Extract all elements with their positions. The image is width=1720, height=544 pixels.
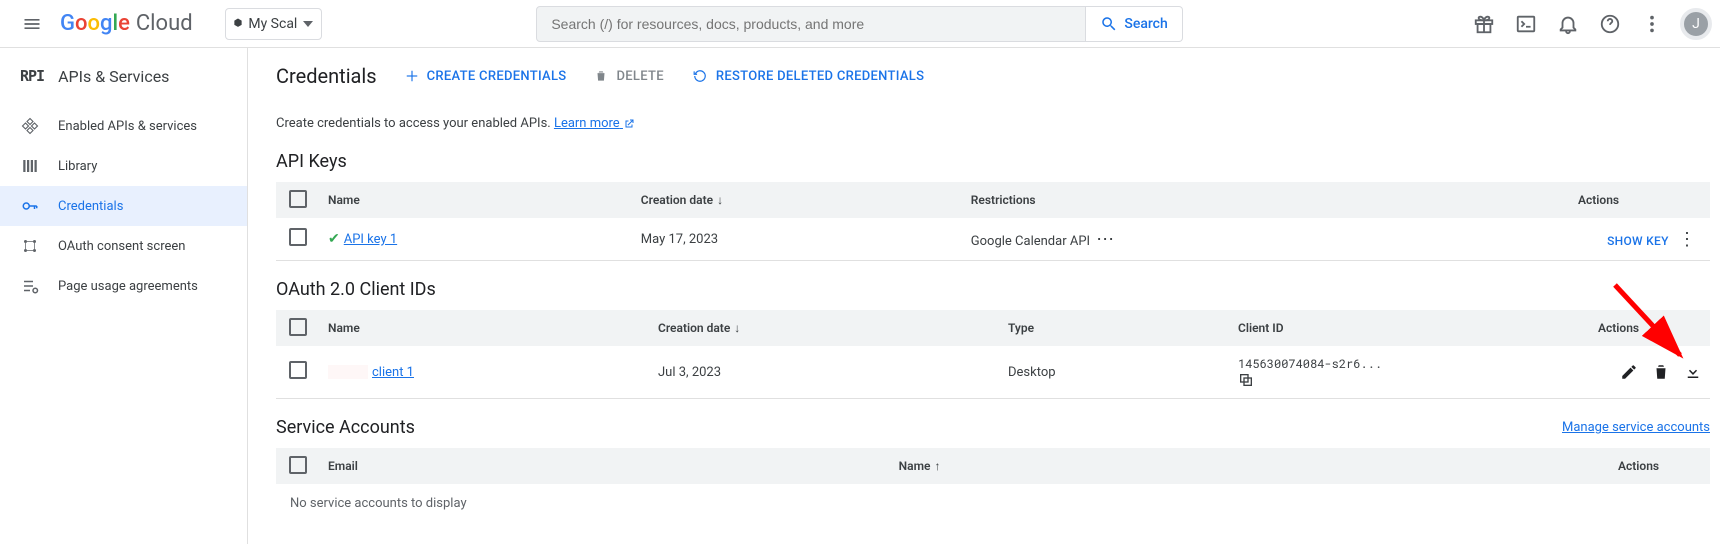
search-input[interactable] <box>551 16 1071 32</box>
show-key-button[interactable]: SHOW KEY <box>1607 234 1669 248</box>
consent-icon <box>20 237 40 255</box>
sidebar-item-oauth-consent[interactable]: OAuth consent screen <box>0 226 247 266</box>
avatar[interactable]: J <box>1680 8 1712 40</box>
diamond-icon <box>20 117 40 135</box>
more-icon[interactable] <box>1632 4 1672 44</box>
trash-icon <box>594 69 608 83</box>
redacted-icon <box>328 365 368 379</box>
search-button[interactable]: Search <box>1086 6 1182 42</box>
check-circle-icon: ✔ <box>328 231 340 247</box>
external-link-icon <box>623 118 635 130</box>
sidebar-item-enabled-apis[interactable]: Enabled APIs & services <box>0 106 247 146</box>
restore-icon <box>692 69 708 83</box>
library-icon <box>20 157 40 175</box>
oauth-client-link[interactable]: client 1 <box>372 365 414 380</box>
delete-button[interactable]: DELETE <box>594 69 663 84</box>
agreements-icon <box>20 277 40 295</box>
hamburger-menu[interactable] <box>8 0 56 48</box>
search-icon <box>1100 15 1118 33</box>
select-all-checkbox[interactable] <box>289 190 307 208</box>
page-title: Credentials <box>276 64 377 88</box>
gift-icon[interactable] <box>1464 4 1504 44</box>
top-bar: Google Cloud ⬢ My Scal Search J <box>0 0 1720 48</box>
service-accounts-table: Email Name↑ Actions <box>276 448 1710 484</box>
row-checkbox[interactable] <box>289 228 307 246</box>
search-input-wrap[interactable] <box>536 6 1086 42</box>
project-picker[interactable]: ⬢ My Scal <box>225 8 323 40</box>
sidebar-item-library[interactable]: Library <box>0 146 247 186</box>
notifications-icon[interactable] <box>1548 4 1588 44</box>
intro-text: Create credentials to access your enable… <box>276 116 1720 131</box>
manage-service-accounts-link[interactable]: Manage service accounts <box>1562 420 1710 435</box>
page-header: Credentials CREATE CREDENTIALS DELETE RE… <box>276 52 1720 100</box>
empty-state: No service accounts to display <box>276 484 1720 523</box>
api-key-row: ✔API key 1 May 17, 2023 Google Calendar … <box>276 218 1710 261</box>
oauth-title: OAuth 2.0 Client IDs <box>276 279 1720 300</box>
top-icons: J <box>1464 4 1712 44</box>
restore-button[interactable]: RESTORE DELETED CREDENTIALS <box>692 69 924 84</box>
create-credentials-button[interactable]: CREATE CREDENTIALS <box>405 69 567 84</box>
chevron-down-icon <box>303 21 313 27</box>
project-icon: ⬢ <box>234 18 243 29</box>
edit-icon[interactable] <box>1620 363 1638 381</box>
sort-down-icon: ↓ <box>734 321 740 335</box>
download-icon[interactable] <box>1684 363 1702 381</box>
sidebar-item-page-usage[interactable]: Page usage agreements <box>0 266 247 306</box>
restrictions-more[interactable]: ⋯ <box>1090 229 1120 250</box>
gcp-logo[interactable]: Google Cloud <box>60 11 193 36</box>
oauth-row: client 1 Jul 3, 2023 Desktop 14563007408… <box>276 346 1710 399</box>
search-wrap: Search <box>536 6 1182 42</box>
api-key-name-link[interactable]: API key 1 <box>344 232 397 247</box>
row-checkbox[interactable] <box>289 361 307 379</box>
learn-more-link[interactable]: Learn more <box>554 116 635 131</box>
row-menu[interactable]: ⋮ <box>1672 229 1702 250</box>
key-icon <box>20 197 40 215</box>
sidebar: RPI APIs & Services Enabled APIs & servi… <box>0 48 248 544</box>
api-logo-icon: RPI <box>20 67 44 85</box>
select-all-checkbox[interactable] <box>289 456 307 474</box>
select-all-checkbox[interactable] <box>289 318 307 336</box>
sidebar-item-credentials[interactable]: Credentials <box>0 186 247 226</box>
oauth-table: Name Creation date↓ Type Client ID Actio… <box>276 310 1710 399</box>
sort-down-icon: ↓ <box>717 193 723 207</box>
api-keys-table: Name Creation date↓ Restrictions Actions… <box>276 182 1710 261</box>
delete-row-icon[interactable] <box>1652 363 1670 381</box>
plus-icon <box>405 69 419 83</box>
service-accounts-title: Service Accounts <box>276 417 415 438</box>
api-keys-title: API Keys <box>276 151 1720 172</box>
copy-icon[interactable] <box>1238 372 1582 388</box>
sort-up-icon: ↑ <box>934 459 940 473</box>
sidebar-header[interactable]: RPI APIs & Services <box>0 56 247 96</box>
help-icon[interactable] <box>1590 4 1630 44</box>
content: Credentials CREATE CREDENTIALS DELETE RE… <box>248 48 1720 544</box>
cloud-shell-icon[interactable] <box>1506 4 1546 44</box>
project-name: My Scal <box>248 16 297 32</box>
